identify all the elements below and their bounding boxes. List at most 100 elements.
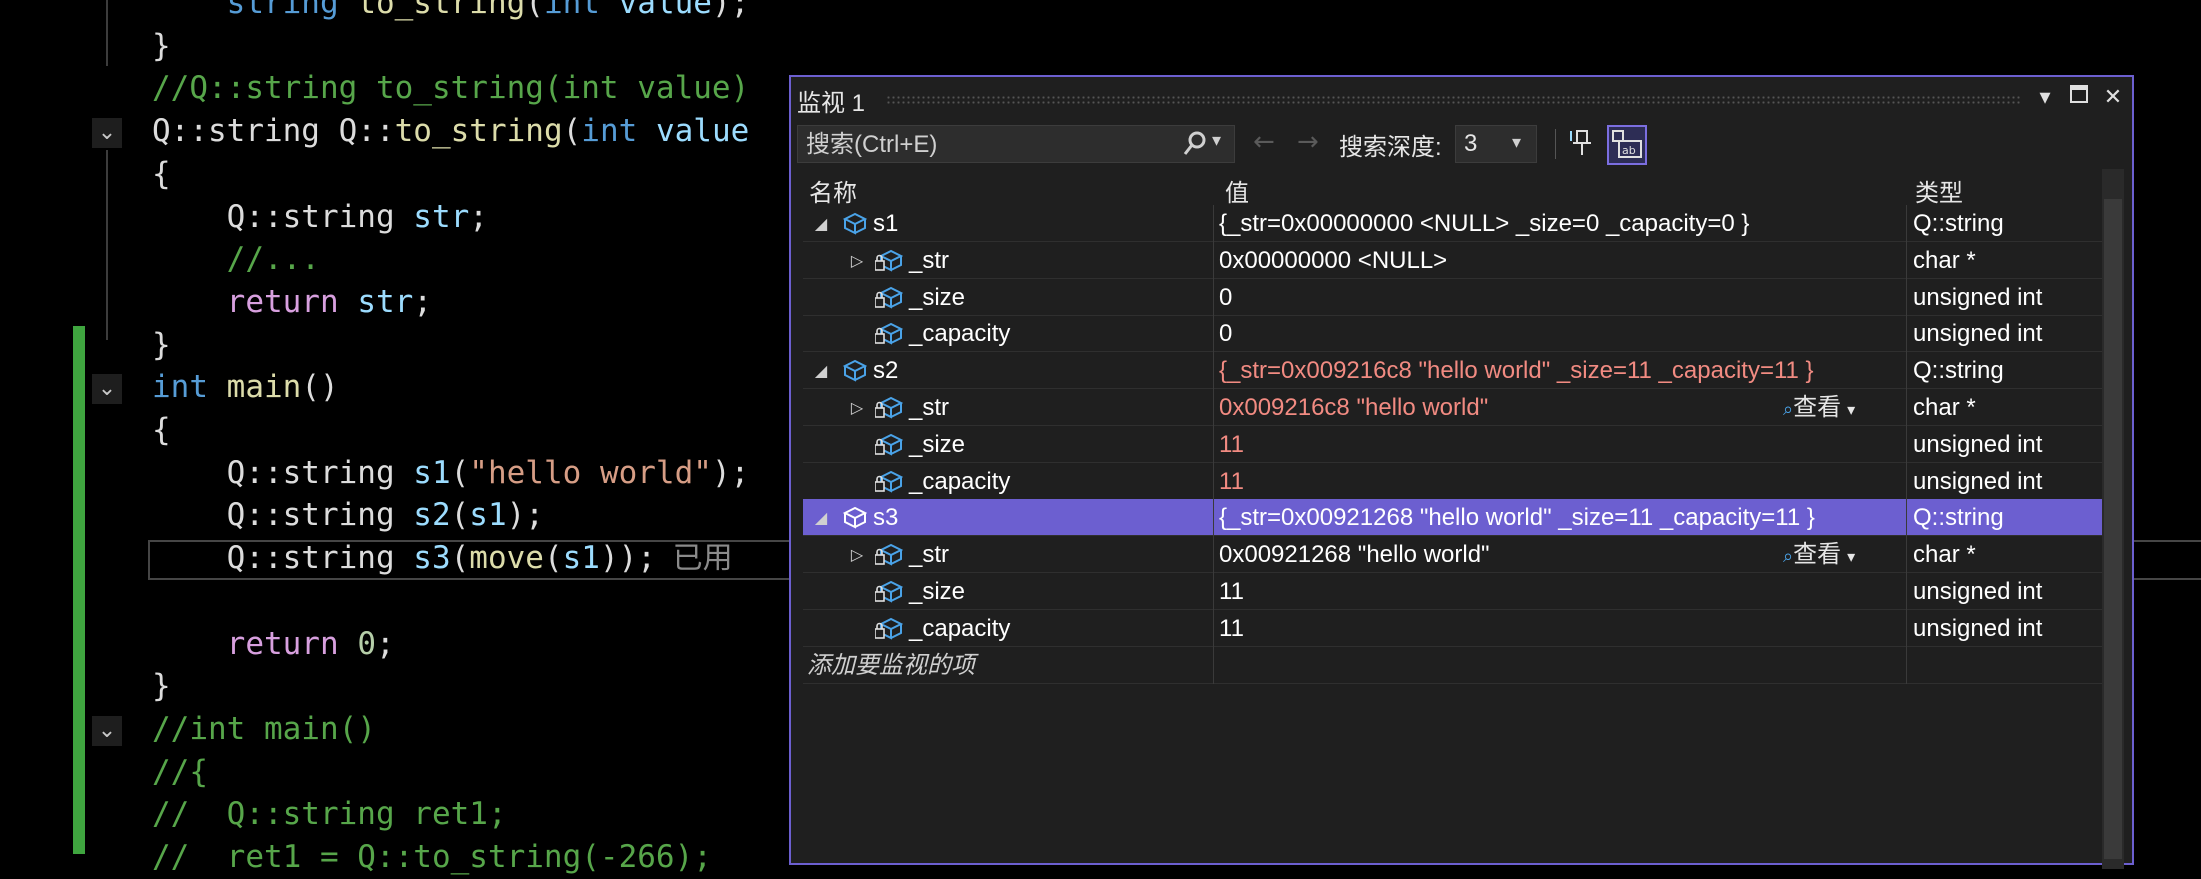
chevron-down-icon[interactable]: ▾ [1847,547,1855,566]
raw-view-toggle-button[interactable]: ab [1607,125,1647,165]
watch-name[interactable]: _size [909,426,965,463]
vertical-scrollbar[interactable] [2102,169,2124,869]
watch-row[interactable]: _capacity 11 unsigned int [803,609,2113,647]
watch-row[interactable]: ▷ _str 0x00000000 <NULL> char * [803,241,2113,279]
chevron-down-icon[interactable]: ▾ [1847,400,1855,419]
view-visualizer-button[interactable]: ⌕查看 ▾ [1783,389,1855,426]
watch-value[interactable]: {_str=0x009216c8 "hello world" _size=11 … [1219,352,1814,389]
code-line[interactable]: } [152,25,171,68]
view-visualizer-button[interactable]: ⌕查看 ▾ [1783,536,1855,573]
add-watch-placeholder[interactable]: 添加要监视的项 [807,647,975,684]
watch-name[interactable]: _size [909,573,965,610]
column-separator [1906,573,1907,610]
code-token: to_string [357,0,526,21]
code-line[interactable]: // Q::string ret1; [152,793,507,836]
code-line[interactable]: return str; [152,281,432,324]
watch-value[interactable]: 0 [1219,279,1232,316]
header-value[interactable]: 值 [1225,173,1249,208]
private-field-icon [874,580,904,603]
watch-name[interactable]: _str [909,536,949,573]
close-icon[interactable]: ✕ [2098,83,2128,113]
watch-name[interactable]: _capacity [909,610,1010,647]
code-line[interactable]: //{ [152,751,208,794]
code-line[interactable]: int main() [152,366,339,409]
code-line[interactable]: } [152,665,171,708]
code-line[interactable]: } [152,324,171,367]
code-line[interactable]: Q::string Q::to_string(int value [152,110,749,153]
pin-icon[interactable] [1565,127,1597,163]
watch-value[interactable]: 0x00000000 <NULL> [1219,242,1447,279]
watch-type: unsigned int [1913,614,2043,642]
maximize-icon[interactable] [2064,83,2094,113]
header-type[interactable]: 类型 [1915,173,1963,208]
code-token: //Q::string to_string(int value) [152,70,750,107]
watch-name[interactable]: _capacity [909,315,1010,352]
collapse-triangle-icon[interactable]: ◢ [811,499,831,536]
watch-value[interactable]: 11 [1219,426,1244,463]
watch-row[interactable]: _capacity 0 unsigned int [803,315,2113,353]
code-line[interactable]: Q::string s1("hello world"); [152,452,750,495]
watch-name[interactable]: s1 [873,205,898,242]
code-line[interactable]: Q::string str; [152,196,488,239]
watch-titlebar[interactable]: 监视 1 ▾ ✕ [791,77,2132,121]
watch-row[interactable]: ◢ s3 {_str=0x00921268 "hello world" _size=… [803,499,2113,537]
fold-chevron-icon[interactable]: ⌄ [92,374,122,404]
watch-window[interactable]: 监视 1 ▾ ✕ ▾ ← → 搜索深度: 3 ▾ ab [789,75,2134,869]
add-watch-row[interactable]: 添加要监视的项 [803,646,2113,684]
fold-chevron-icon[interactable]: ⌄ [92,118,122,148]
watch-name[interactable]: _size [909,279,965,316]
code-line[interactable]: return 0; [152,623,395,666]
watch-value[interactable]: 0 [1219,315,1232,352]
code-line[interactable]: //Q::string to_string(int value) [152,67,749,110]
collapse-triangle-icon[interactable]: ◢ [811,352,831,389]
watch-name[interactable]: s3 [873,499,898,536]
search-input[interactable] [804,126,1168,164]
watch-name[interactable]: _str [909,389,949,426]
watch-row[interactable]: _capacity 11 unsigned int [803,462,2113,500]
expand-triangle-icon[interactable]: ▷ [847,242,867,279]
watch-value[interactable]: 11 [1219,463,1244,500]
watch-row[interactable]: ◢ s2 {_str=0x009216c8 "hello world" _size=… [803,352,2113,390]
watch-row[interactable]: ▷ _str 0x00921268 "hello world" ⌕查看 ▾ char * [803,536,2113,574]
watch-name[interactable]: s2 [873,352,898,389]
watch-name[interactable]: _capacity [909,463,1010,500]
watch-row[interactable]: _size 11 unsigned int [803,573,2113,610]
watch-row[interactable]: ▷ _str 0x009216c8 "hello world" ⌕查看 ▾ char * [803,389,2113,426]
watch-row[interactable]: _size 0 unsigned int [803,278,2113,316]
expand-triangle-icon[interactable]: ▷ [847,536,867,573]
code-line[interactable]: string to_string(int value); [152,0,750,25]
header-name[interactable]: 名称 [809,173,857,208]
code-line[interactable]: //int main() [152,708,376,751]
watch-row[interactable]: ◢ s1 {_str=0x00000000 <NULL> _size=0 _capa… [803,205,2113,242]
private-field-icon [874,579,904,603]
code-line[interactable]: { [152,153,171,196]
code-line[interactable]: // ret1 = Q::to_string(-266); [152,836,712,879]
code-line[interactable]: Q::string s2(s1); [152,494,544,537]
watch-value[interactable]: {_str=0x00000000 <NULL> _size=0 _capacit… [1219,205,1749,242]
code-line[interactable]: Q::string s3(move(s1)); 已用 [152,537,733,580]
expand-triangle-icon[interactable]: ▷ [847,389,867,426]
search-box[interactable]: ▾ [797,125,1235,164]
scrollbar-thumb[interactable] [2104,199,2122,859]
watch-value[interactable]: 11 [1219,610,1244,647]
watch-value[interactable]: 0x009216c8 "hello world" [1219,389,1488,426]
collapse-triangle-icon[interactable]: ◢ [811,205,831,242]
column-separator [1906,389,1907,426]
watch-value[interactable]: 0x00921268 "hello world" [1219,536,1490,573]
search-options-dropdown-icon[interactable]: ▾ [1212,130,1221,151]
fold-chevron-icon[interactable]: ⌄ [92,716,122,746]
search-icon[interactable] [1182,130,1208,164]
code-line[interactable]: { [152,409,171,452]
watch-value[interactable]: 11 [1219,573,1244,610]
window-menu-dropdown-icon[interactable]: ▾ [2030,83,2060,113]
forward-arrow-icon[interactable]: → [1297,127,1319,157]
search-depth-select[interactable]: 3 ▾ [1455,125,1537,163]
column-separator [1213,315,1214,353]
drag-grip[interactable] [886,95,2022,105]
private-field-icon [874,616,904,640]
watch-value[interactable]: {_str=0x00921268 "hello world" _size=11 … [1219,499,1815,536]
code-line[interactable]: //... [152,238,320,281]
back-arrow-icon[interactable]: ← [1253,127,1275,157]
watch-row[interactable]: _size 11 unsigned int [803,425,2113,463]
watch-name[interactable]: _str [909,242,949,279]
